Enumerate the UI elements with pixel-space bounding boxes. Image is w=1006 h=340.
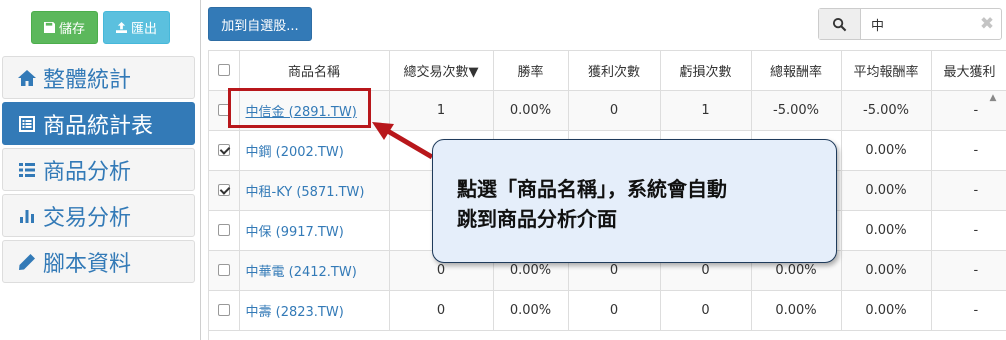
row-checkbox[interactable]: [217, 224, 230, 236]
cell-wins: 0: [568, 290, 661, 331]
cell-max-profit: -: [931, 210, 1006, 251]
row-select-cell[interactable]: [209, 290, 240, 331]
search-icon: [832, 17, 847, 31]
bar-chart-icon: [20, 209, 34, 223]
home-icon: [18, 69, 36, 86]
cell-wins: 0: [568, 90, 661, 131]
export-icon: [115, 22, 127, 33]
cell-max-profit: -: [931, 250, 1006, 291]
cell-avg-return: 0.00%: [841, 170, 932, 211]
export-button-label: 匯出: [130, 22, 157, 37]
list-icon: [19, 162, 35, 177]
export-button[interactable]: 匯出: [103, 11, 170, 44]
column-header[interactable]: 虧損次數: [660, 51, 752, 91]
cell-max-profit: -: [931, 290, 1006, 331]
annotation-callout: 點選「商品名稱」，系統會自動 跳到商品分析介面: [432, 139, 837, 263]
sidebar-item-label: 腳本資料: [43, 251, 132, 277]
select-all-checkbox[interactable]: [217, 64, 230, 77]
sidebar-item-label: 商品統計表: [43, 113, 154, 139]
save-button-label: 儲存: [58, 22, 85, 37]
cell-losses: 1: [660, 90, 752, 131]
sidebar-item-script-data[interactable]: 腳本資料: [2, 240, 195, 283]
list-alt-icon: [19, 115, 35, 132]
cell-win-rate: 0.00%: [493, 290, 569, 331]
row-checkbox[interactable]: [217, 264, 230, 276]
product-name-cell: 中華電 (2412.TW): [239, 250, 390, 291]
cell-losses: 0: [660, 290, 752, 331]
column-header[interactable]: 勝率: [493, 51, 569, 91]
search-icon-addon: [819, 9, 861, 39]
callout-line: 跳到商品分析介面: [457, 207, 617, 231]
sidebar-divider: [200, 0, 201, 340]
column-header[interactable]: 商品名稱: [239, 51, 390, 91]
product-name-link[interactable]: 中鋼 (2002.TW): [246, 145, 344, 160]
row-select-cell[interactable]: [209, 210, 240, 251]
row-checkbox[interactable]: [217, 304, 230, 316]
callout-line: 點選「商品名稱」，系統會自動: [457, 177, 727, 201]
row-select-cell[interactable]: [209, 250, 240, 291]
row-checkbox[interactable]: [217, 144, 230, 156]
product-name-link[interactable]: 中保 (9917.TW): [246, 225, 344, 240]
pencil-icon: [19, 253, 35, 270]
scroll-up-arrow[interactable]: ▲: [988, 93, 998, 105]
cell-max-profit: -: [931, 130, 1006, 171]
select-all-header[interactable]: [209, 51, 240, 91]
cell-total-return: 0.00%: [751, 290, 842, 331]
row-select-cell[interactable]: [209, 130, 240, 171]
clear-search-icon[interactable]: ✖: [973, 9, 1001, 39]
cell-avg-return: 0.00%: [841, 130, 932, 171]
save-button[interactable]: 儲存: [31, 11, 98, 44]
product-name-link[interactable]: 中租-KY (5871.TW): [246, 185, 365, 200]
product-name-link[interactable]: 中華電 (2412.TW): [246, 265, 357, 280]
cell-avg-return: 0.00%: [841, 210, 932, 251]
column-header[interactable]: 獲利次數: [568, 51, 661, 91]
sidebar-item-product-analysis[interactable]: 商品分析: [2, 148, 195, 191]
row-checkbox[interactable]: [217, 184, 230, 196]
sidebar: 儲存 匯出 整體統計 商品統計表 商品分析 交易分析 腳本資料: [0, 0, 200, 340]
sidebar-item-label: 整體統計: [43, 67, 132, 93]
sidebar-item-label: 交易分析: [43, 205, 132, 231]
table-row: 中壽 (2823.TW) 0 0.00% 0 0 0.00% 0.00% -: [209, 290, 1006, 331]
table-header-row: 商品名稱 總交易次數▼ 勝率 獲利次數 虧損次數 總報酬率 平均報酬率 最大獲利: [209, 51, 1006, 91]
column-header[interactable]: 總報酬率: [751, 51, 842, 91]
product-name-cell: 中保 (9917.TW): [239, 210, 390, 251]
highlight-box: [228, 88, 371, 128]
cell-avg-return: -5.00%: [841, 90, 932, 131]
add-to-watchlist-button[interactable]: 加到自選股...: [208, 7, 312, 41]
product-name-cell: 中壽 (2823.TW): [239, 290, 390, 331]
column-header[interactable]: 最大獲利: [931, 51, 1006, 91]
sidebar-item-product-stats[interactable]: 商品統計表: [2, 102, 195, 145]
cell-total-return: -5.00%: [751, 90, 842, 131]
cell-win-rate: 0.00%: [493, 90, 569, 131]
cell-avg-return: 0.00%: [841, 250, 932, 291]
search-box: ✖: [818, 8, 1002, 40]
sidebar-item-overall-stats[interactable]: 整體統計: [2, 56, 195, 99]
product-name-cell: 中租-KY (5871.TW): [239, 170, 390, 211]
cell-avg-return: 0.00%: [841, 290, 932, 331]
column-header[interactable]: 總交易次數▼: [389, 51, 494, 91]
product-name-link[interactable]: 中壽 (2823.TW): [246, 305, 344, 320]
cell-max-profit: -: [931, 170, 1006, 211]
cell-total: 0: [389, 290, 494, 331]
column-header[interactable]: 平均報酬率: [841, 51, 932, 91]
floppy-disk-icon: [43, 22, 55, 33]
product-name-cell: 中鋼 (2002.TW): [239, 130, 390, 171]
sidebar-item-label: 商品分析: [43, 159, 132, 185]
row-select-cell[interactable]: [209, 170, 240, 211]
sidebar-item-trade-analysis[interactable]: 交易分析: [2, 194, 195, 237]
search-input[interactable]: [861, 9, 973, 39]
